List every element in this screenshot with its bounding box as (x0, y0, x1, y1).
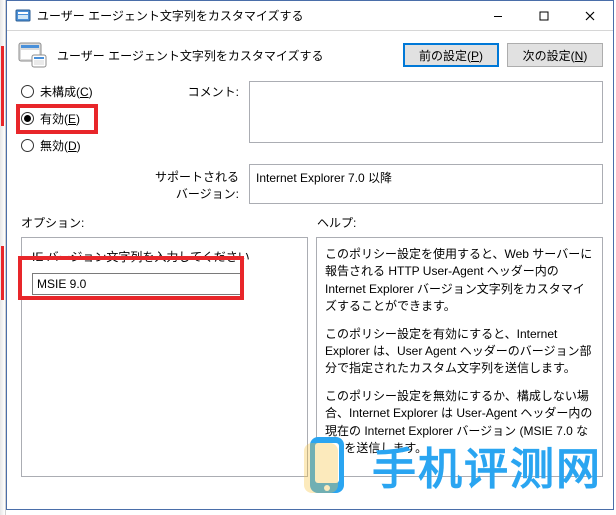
dialog-window: ユーザー エージェント文字列をカスタマイズする ユーザー エージ (6, 0, 614, 510)
minimize-button[interactable] (475, 1, 521, 31)
options-panel: IE バージョン文字列を入力してください (21, 237, 308, 477)
header-row: ユーザー エージェント文字列をカスタマイズする 前の設定(P) 次の設定(N) (7, 31, 613, 81)
supported-label: サポートされるバージョン: (145, 164, 245, 202)
annotation-strip (1, 46, 4, 126)
button-label: 次の設定(N) (523, 47, 588, 64)
radio-disabled[interactable]: 無効(D) (21, 137, 141, 154)
header-buttons: 前の設定(P) 次の設定(N) (403, 43, 603, 67)
section-labels: オプション: ヘルプ: (7, 204, 613, 237)
ie-version-prompt: IE バージョン文字列を入力してください (32, 248, 297, 265)
annotation-strip (1, 246, 4, 300)
help-label: ヘルプ: (317, 214, 603, 231)
options-label: オプション: (21, 214, 307, 231)
help-panel: このポリシー設定を使用すると、Web サーバーに報告される HTTP User-… (316, 237, 603, 477)
titlebar: ユーザー エージェント文字列をカスタマイズする (7, 1, 613, 31)
radio-dot-icon (21, 139, 34, 152)
window-title: ユーザー エージェント文字列をカスタマイズする (37, 7, 475, 24)
next-setting-button[interactable]: 次の設定(N) (507, 43, 603, 67)
policy-icon (17, 39, 49, 71)
app-icon (15, 8, 31, 24)
radio-label: 無効(D) (40, 137, 81, 154)
comment-textarea[interactable] (249, 81, 603, 143)
help-paragraph: このポリシー設定を無効にするか、構成しない場合、Internet Explore… (325, 388, 594, 458)
header-title: ユーザー エージェント文字列をカスタマイズする (57, 47, 395, 64)
help-paragraph: このポリシー設定を使用すると、Web サーバーに報告される HTTP User-… (325, 246, 594, 316)
radio-dot-icon (21, 85, 34, 98)
ie-version-input[interactable] (32, 273, 242, 295)
radio-label: 未構成(C) (40, 83, 93, 100)
supported-versions-text: Internet Explorer 7.0 以降 (256, 171, 392, 185)
columns: IE バージョン文字列を入力してください このポリシー設定を使用すると、Web … (7, 237, 613, 509)
comment-label: コメント: (145, 81, 245, 100)
button-label: 前の設定(P) (419, 47, 483, 64)
previous-setting-button[interactable]: 前の設定(P) (403, 43, 499, 67)
radio-enabled[interactable]: 有効(E) (21, 110, 141, 127)
help-paragraph: このポリシー設定を有効にすると、Internet Explorer は、User… (325, 326, 594, 378)
radio-not-configured[interactable]: 未構成(C) (21, 83, 141, 100)
state-radio-group: 未構成(C) 有効(E) 無効(D) (21, 81, 141, 154)
supported-versions-box: Internet Explorer 7.0 以降 (249, 164, 603, 204)
config-area: 未構成(C) 有効(E) 無効(D) コメント: サポートされるバージョン: I… (7, 81, 613, 204)
close-button[interactable] (567, 1, 613, 31)
window-buttons (475, 1, 613, 30)
maximize-button[interactable] (521, 1, 567, 31)
radio-dot-icon (21, 112, 34, 125)
radio-label: 有効(E) (40, 110, 80, 127)
